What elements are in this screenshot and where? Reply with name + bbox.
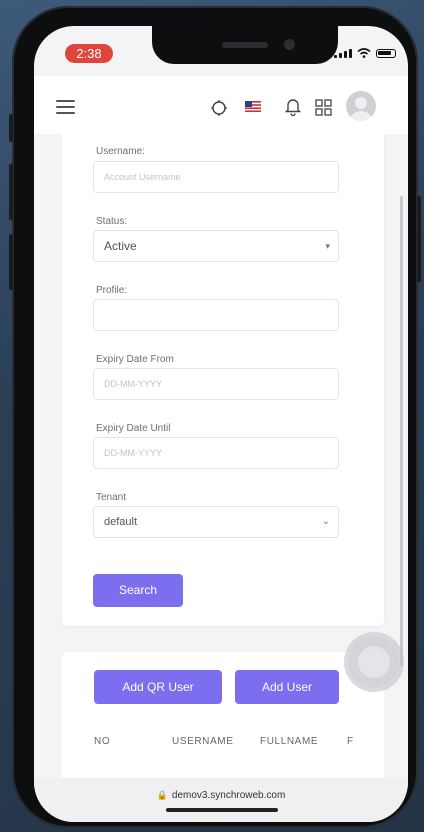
avatar[interactable] <box>346 91 376 121</box>
hamburger-icon[interactable] <box>56 100 75 114</box>
expiry-date-from-label: Expiry Date From <box>96 354 174 365</box>
home-indicator[interactable] <box>166 808 278 812</box>
front-camera <box>284 39 295 50</box>
mute-switch <box>9 114 13 142</box>
chevron-down-icon: ⌄ <box>321 516 330 527</box>
tenant-select[interactable]: default ⌄ <box>93 506 339 538</box>
volume-up-button <box>9 164 13 220</box>
volume-down-button <box>9 234 13 290</box>
screen: 2:38 Username: Account Username Status: … <box>34 26 408 822</box>
user-icon <box>350 97 372 121</box>
expiry-date-until-input[interactable]: DD-MM-YYYY <box>93 437 339 469</box>
add-user-button[interactable]: Add User <box>235 670 339 704</box>
chevron-down-icon: ▾ <box>325 241 330 251</box>
us-flag-icon[interactable] <box>245 101 261 112</box>
column-header-no[interactable]: NO <box>94 736 110 747</box>
profile-label: Profile: <box>96 285 128 296</box>
tenant-select-value: default <box>104 516 138 528</box>
column-header-username[interactable]: USERNAME <box>172 736 233 747</box>
column-header-fullname[interactable]: FULLNAME <box>260 736 318 747</box>
search-form-card: Username: Account Username Status: Activ… <box>62 134 384 626</box>
status-select[interactable]: Active ▾ <box>93 230 339 262</box>
url-text: demov3.synchroweb.com <box>171 790 286 801</box>
username-label: Username: <box>96 146 145 157</box>
address-bar-url: 🔒 demov3.synchroweb.com <box>34 790 408 801</box>
power-button <box>417 196 421 282</box>
username-input[interactable]: Account Username <box>93 161 339 193</box>
assistive-touch-button[interactable] <box>348 636 400 688</box>
page-scrollbar[interactable] <box>400 196 403 666</box>
notch <box>152 26 338 64</box>
speaker <box>222 42 268 48</box>
profile-input[interactable] <box>93 299 339 331</box>
bell-icon[interactable] <box>285 98 301 116</box>
users-table-card: Add QR User Add User NO USERNAME FULLNAM… <box>62 652 384 782</box>
assistive-touch-inner <box>358 646 390 678</box>
phone-frame: 2:38 Username: Account Username Status: … <box>9 6 421 828</box>
tenant-label: Tenant <box>96 492 127 503</box>
expiry-date-from-input[interactable]: DD-MM-YYYY <box>93 368 339 400</box>
theme-toggle-icon[interactable] <box>210 99 228 117</box>
status-select-value: Active <box>104 239 137 253</box>
lock-icon: 🔒 <box>156 790 168 800</box>
expiry-date-until-label: Expiry Date Until <box>96 423 171 434</box>
add-qr-user-button[interactable]: Add QR User <box>94 670 222 704</box>
column-header-truncated[interactable]: F <box>347 736 354 747</box>
status-label: Status: <box>96 216 128 227</box>
browser-address-bar[interactable]: 🔒 demov3.synchroweb.com <box>34 778 408 822</box>
apps-grid-icon[interactable] <box>315 99 332 116</box>
search-button[interactable]: Search <box>93 574 183 607</box>
